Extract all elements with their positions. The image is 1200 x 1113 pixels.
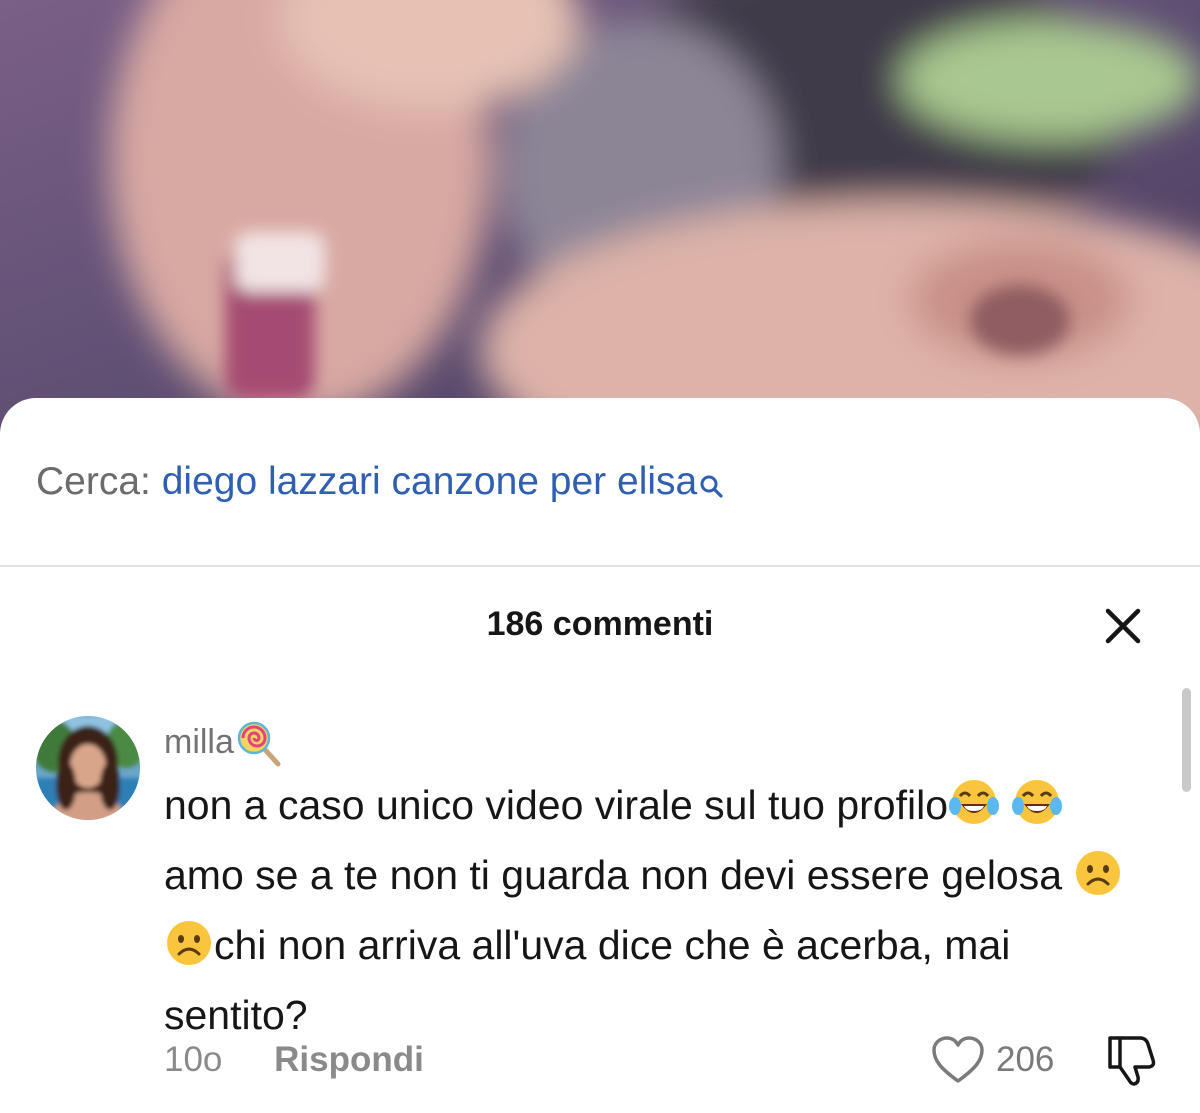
video-background[interactable]: [0, 0, 1200, 440]
divider: [0, 565, 1200, 567]
reply-button[interactable]: Rispondi: [274, 1040, 424, 1079]
like-count: 206: [996, 1040, 1055, 1079]
search-icon: [699, 462, 725, 514]
comment-age: 10o: [164, 1040, 223, 1079]
frowning-face-emoji: [1073, 848, 1123, 915]
comment-text-part-3: chi non arriva all'uva dice che è acerba…: [164, 922, 1011, 1038]
close-icon: [1105, 608, 1141, 644]
thumbs-down-icon: [1108, 1036, 1156, 1086]
avatar[interactable]: [36, 716, 140, 820]
dislike-button[interactable]: [1104, 1030, 1160, 1086]
search-query-link[interactable]: diego lazzari canzone per elisa: [162, 460, 698, 503]
heart-icon: [932, 1036, 984, 1083]
comment-meta: 10o Rispondi: [164, 1036, 424, 1084]
scrollbar[interactable]: [1182, 688, 1191, 792]
tears-of-joy-emoji: [1011, 776, 1063, 845]
like-button[interactable]: [930, 1034, 986, 1086]
search-suggestion[interactable]: Cerca: diego lazzari canzone per elisa: [36, 456, 725, 514]
lollipop-icon: [236, 720, 284, 781]
comments-count-title: 186 commenti: [486, 605, 714, 643]
tears-of-joy-emoji: [948, 776, 1000, 845]
comment-text-part-2: amo se a te non ti guarda non devi esser…: [164, 852, 1063, 898]
comment-username[interactable]: milla: [164, 718, 284, 781]
close-button[interactable]: [1100, 603, 1146, 649]
comment-text-part-1: non a caso unico video virale sul tuo pr…: [164, 782, 949, 828]
username-text: milla: [164, 723, 234, 761]
comment-body: non a caso unico video virale sul tuo pr…: [164, 775, 1124, 1046]
search-prefix-label: Cerca:: [36, 460, 151, 503]
frowning-face-emoji: [164, 918, 214, 985]
